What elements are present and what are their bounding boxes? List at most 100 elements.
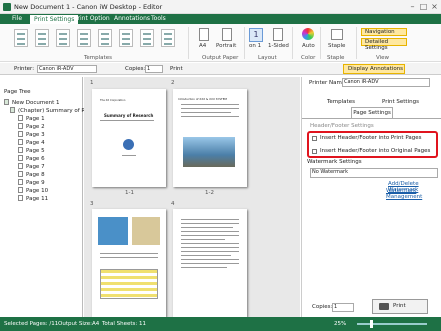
pages-per-sheet-label: on 1 [249, 43, 262, 49]
group-label-staple: Staple [327, 55, 345, 61]
display-annotations-button[interactable]: Display Annotations [343, 64, 405, 74]
template-thumb-1[interactable] [14, 29, 28, 47]
print-button[interactable]: Print [170, 66, 183, 72]
zoom-level: 25% [334, 321, 347, 327]
printer-select[interactable]: Canon iR-ADV [37, 65, 97, 73]
tree-page-8[interactable]: Page 8 [18, 171, 45, 178]
tree-page-11[interactable]: Page 11 [18, 195, 48, 202]
tab-print-option[interactable]: Print Option [70, 14, 114, 24]
orientation-button[interactable]: Portrait [216, 43, 236, 49]
page1-logo [123, 139, 134, 150]
template-thumb-6[interactable] [119, 29, 133, 47]
page-label-1-1: 1-1 [125, 190, 134, 196]
tree-page-3[interactable]: Page 3 [18, 131, 45, 138]
tree-page-label: Page 8 [26, 172, 45, 178]
page3-table [100, 269, 158, 299]
page2-heading: Introduction of XXX & XXX SYSTEM [178, 97, 227, 101]
tree-page-7[interactable]: Page 7 [18, 163, 45, 170]
page-thumbnail-1[interactable]: The XX Corporation Summary of Research [92, 89, 166, 187]
page-thumbnail-4[interactable] [173, 209, 247, 317]
color-icon [302, 28, 314, 40]
group-number-4: 4 [171, 201, 175, 207]
navigation-button[interactable]: Navigation [361, 28, 407, 36]
template-thumb-4[interactable] [77, 29, 91, 47]
tree-page-9[interactable]: Page 9 [18, 179, 45, 186]
page-tree-title: Page Tree [4, 89, 31, 95]
zoom-slider[interactable] [357, 323, 427, 325]
copies-field-value: 1 [147, 66, 151, 72]
template-thumb-8[interactable] [161, 29, 175, 47]
maximize-icon[interactable]: □ [419, 2, 428, 11]
tree-page-label: Page 11 [26, 196, 49, 202]
preview-area[interactable]: 1 The XX Corporation Summary of Research… [84, 77, 300, 317]
page1-company: The XX Corporation [100, 99, 126, 102]
panel-copies-value: 1 [334, 304, 338, 310]
pages-per-sheet-icon[interactable]: 1 [249, 28, 263, 42]
tree-page-2[interactable]: Page 2 [18, 123, 45, 130]
tree-root[interactable]: New Document 1 [4, 99, 60, 106]
tree-page-label: Page 10 [26, 188, 49, 194]
minimize-icon[interactable]: – [408, 2, 417, 11]
panel-copies-label: Copies: [312, 304, 333, 310]
group-label-color: Color [301, 55, 316, 61]
total-sheets-status: Total Sheets: 11 [102, 321, 146, 327]
panel-print-button[interactable]: Print [372, 299, 428, 314]
template-thumb-7[interactable] [140, 29, 154, 47]
display-annotations-label: Display Annotations [348, 66, 404, 72]
copies-label: Copies: [125, 66, 146, 72]
tree-page-1[interactable]: Page 1 [18, 115, 45, 122]
app-icon [3, 3, 11, 11]
ribbon-tabs: File Print Settings Print Option Annotat… [0, 14, 441, 24]
page-thumbnail-3[interactable] [92, 209, 166, 317]
zoom-slider-thumb[interactable] [370, 320, 373, 328]
one-sided-icon [273, 28, 283, 41]
group-label-layout: Layout [258, 55, 277, 61]
tree-page-label: Page 4 [26, 140, 45, 146]
panel-copies-field[interactable]: 1 [332, 303, 354, 312]
insert-original-pages-checkbox[interactable] [312, 149, 317, 154]
close-icon[interactable]: × [430, 2, 439, 11]
watermark-settings-label: Watermark Settings [307, 159, 362, 165]
header-footer-label: Header/Footer Settings [310, 123, 374, 129]
copies-field[interactable]: 1 [145, 65, 163, 73]
page-thumbnail-2[interactable]: Introduction of XXX & XXX SYSTEM [173, 89, 247, 187]
tab-page-settings[interactable]: Page Settings [351, 107, 393, 118]
tree-chapter-label: (Chapter) Summary of R [18, 108, 86, 114]
group-label-templates: Templates [84, 55, 112, 61]
window-title: New Document 1 - Canon iW Desktop - Edit… [14, 3, 163, 11]
tab-divider [302, 118, 441, 119]
insert-print-pages-label: Insert Header/Footer into Print Pages [320, 135, 422, 141]
tree-page-6[interactable]: Page 6 [18, 155, 45, 162]
staple-button[interactable]: Staple [328, 43, 345, 49]
watermark-management-link[interactable]: Watermark Management [386, 188, 441, 200]
color-button[interactable]: Auto [302, 43, 315, 49]
tree-page-4[interactable]: Page 4 [18, 139, 45, 146]
paper-size-button[interactable]: A4 [199, 43, 206, 49]
group-number-3: 3 [90, 201, 94, 207]
tab-page-settings-label: Page Settings [353, 110, 391, 116]
tab-print-settings-panel[interactable]: Print Settings [382, 99, 419, 105]
tree-page-10[interactable]: Page 10 [18, 187, 48, 194]
tab-templates[interactable]: Templates [327, 99, 355, 105]
insert-print-pages-checkbox[interactable] [312, 136, 317, 141]
tab-tools[interactable]: Tools [147, 14, 170, 24]
output-size-status: Output Size:A4 [58, 321, 100, 327]
template-thumb-5[interactable] [98, 29, 112, 47]
watermark-select[interactable]: No Watermark [310, 168, 438, 178]
printer-name-select[interactable]: Canon iR-ADV [342, 78, 430, 87]
tree-page-label: Page 3 [26, 132, 45, 138]
page-tree-panel: Page Tree New Document 1 (Chapter) Summa… [0, 77, 85, 317]
printer-label: Printer: [14, 66, 35, 72]
template-thumb-3[interactable] [56, 29, 70, 47]
navigation-label: Navigation [365, 29, 395, 35]
status-bar: Selected Pages: /11 Output Size:A4 Total… [0, 317, 441, 331]
printer-select-value: Canon iR-ADV [39, 66, 74, 72]
template-thumb-2[interactable] [35, 29, 49, 47]
tab-file[interactable]: File [8, 14, 26, 24]
tree-page-5[interactable]: Page 5 [18, 147, 45, 154]
tree-page-label: Page 2 [26, 124, 45, 130]
detailed-settings-button[interactable]: Detailed Settings [361, 38, 407, 51]
sided-button[interactable]: 1-Sided [268, 43, 289, 49]
tree-chapter[interactable]: (Chapter) Summary of R [10, 107, 85, 114]
tree-root-label: New Document 1 [12, 100, 60, 106]
